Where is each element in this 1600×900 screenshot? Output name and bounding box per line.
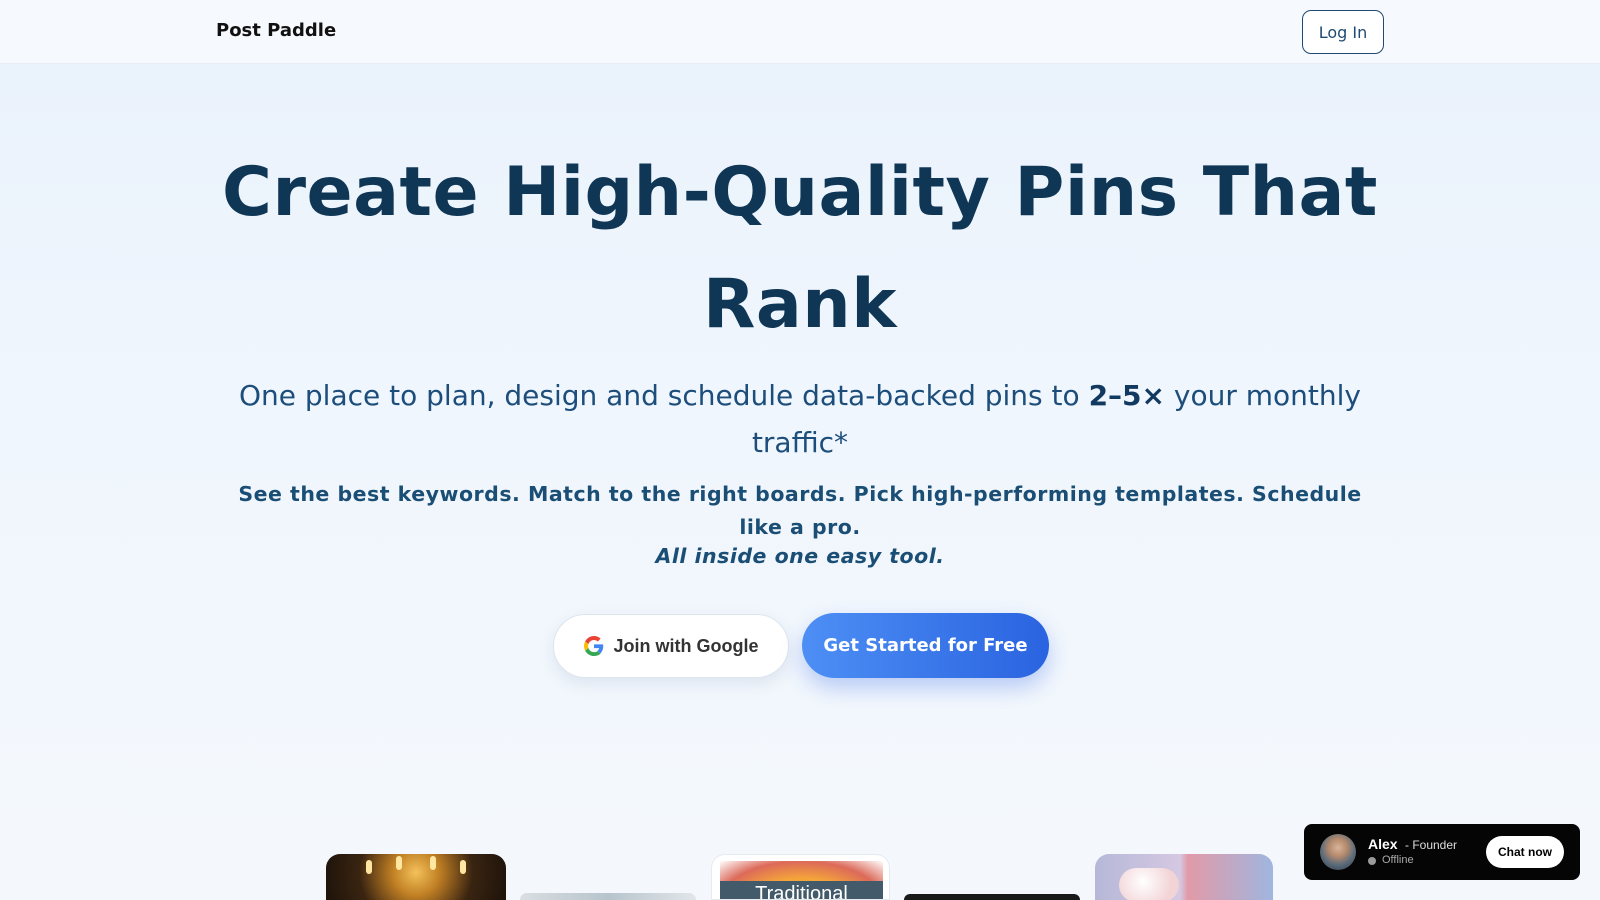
google-icon (583, 636, 603, 656)
candle-light (366, 860, 372, 874)
page: Post Paddle Log In Create High-Quality P… (0, 0, 1600, 900)
google-button-label: Join with Google (613, 635, 759, 656)
hero-title-line-1: Create High-Quality Pins That (222, 153, 1378, 232)
hero-title-line-2: Rank (703, 265, 897, 344)
chat-status: Offline (1382, 854, 1414, 866)
avatar (1320, 834, 1356, 870)
chat-widget: Alex - Founder Offline Chat now (1304, 824, 1580, 880)
chat-agent-role: - Founder (1405, 838, 1458, 852)
pin-cake-graphic (1119, 868, 1179, 900)
candle-light (396, 856, 402, 870)
site-header: Post Paddle Log In (0, 0, 1600, 64)
candle-light (460, 860, 466, 874)
pin-preview-dark[interactable] (904, 894, 1080, 900)
status-dot-icon (1368, 857, 1376, 865)
brand-logo[interactable]: Post Paddle (216, 20, 336, 41)
chat-now-button[interactable]: Chat now (1486, 836, 1564, 868)
candle-light (430, 856, 436, 870)
hero-features: See the best keywords. Match to the righ… (238, 482, 1362, 539)
get-started-button[interactable]: Get Started for Free (802, 613, 1049, 678)
subtitle-highlight: 2–5× (1088, 379, 1165, 412)
join-with-google-button[interactable]: Join with Google (553, 614, 789, 678)
pin-preview-interior[interactable] (520, 893, 696, 900)
chat-agent-name: Alex (1368, 836, 1398, 852)
hero-subtitle: One place to plan, design and schedule d… (220, 372, 1380, 466)
pin-preview-chandelier[interactable] (326, 854, 506, 900)
pin-title: Traditional (720, 881, 883, 899)
pin-preview-cake[interactable] (1095, 854, 1273, 900)
hero-title: Create High-Quality Pins That Rank (0, 137, 1600, 361)
pin-preview-traditional[interactable]: Traditional (711, 854, 890, 900)
subtitle-text-start: One place to plan, design and schedule d… (238, 379, 1089, 412)
hero-tagline: All inside one easy tool. (655, 544, 945, 568)
login-button[interactable]: Log In (1302, 10, 1384, 54)
